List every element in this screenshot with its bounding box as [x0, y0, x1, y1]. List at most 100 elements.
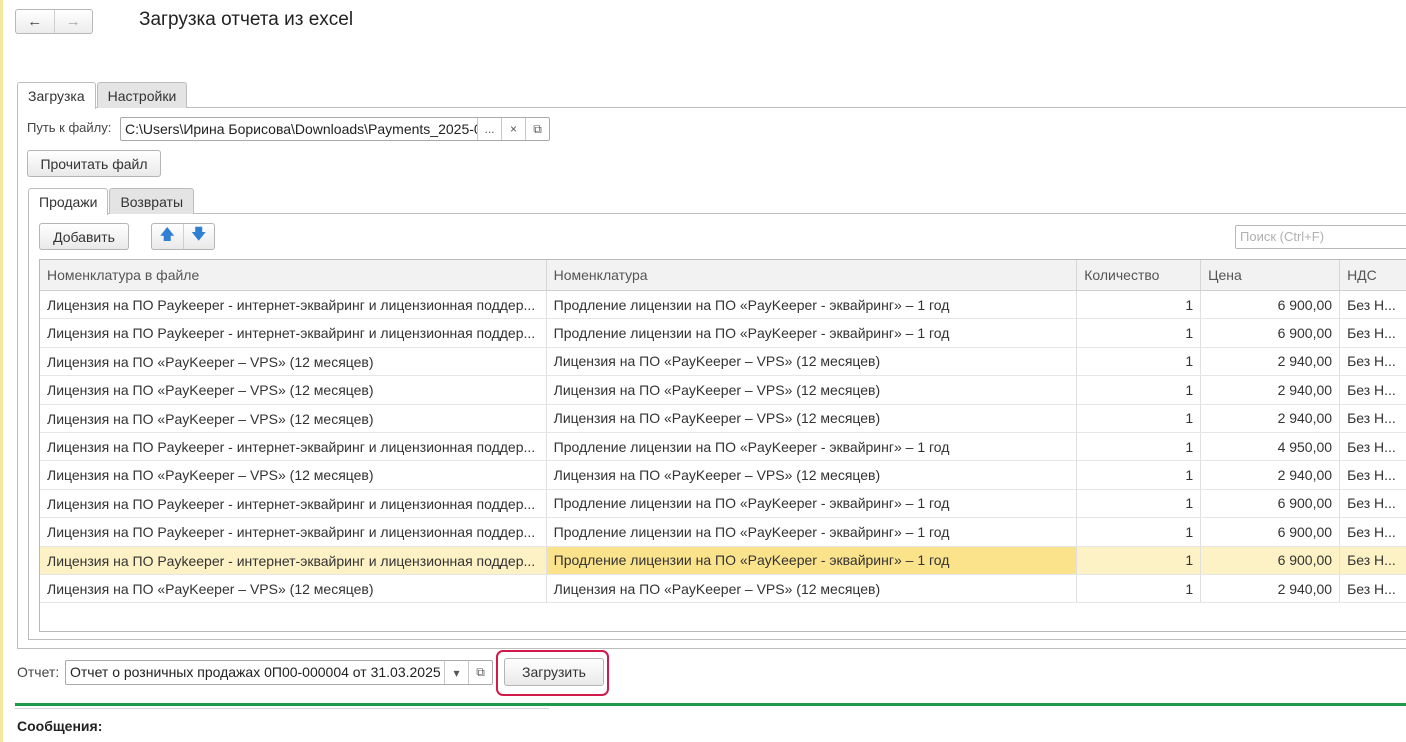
- table-row[interactable]: Лицензия на ПО «PayKeeper – VPS» (12 мес…: [40, 404, 1406, 433]
- cell-price[interactable]: 4 950,00: [1201, 432, 1341, 461]
- cell-price[interactable]: 6 900,00: [1201, 518, 1341, 546]
- add-button[interactable]: Добавить: [39, 223, 129, 250]
- cell-quantity[interactable]: 1: [1077, 432, 1202, 461]
- cell-file-item[interactable]: Лицензия на ПО «PayKeeper – VPS» (12 мес…: [40, 461, 547, 489]
- report-input[interactable]: Отчет о розничных продажах 0П00-000004 о…: [66, 661, 444, 684]
- cell-item[interactable]: Лицензия на ПО «PayKeeper – VPS» (12 мес…: [547, 347, 1078, 376]
- cell-quantity[interactable]: 1: [1077, 291, 1202, 319]
- cell-quantity[interactable]: 1: [1077, 489, 1202, 518]
- tab-sales[interactable]: Продажи: [28, 188, 109, 215]
- back-arrow-icon[interactable]: ←: [16, 10, 54, 33]
- move-down-icon[interactable]: 🡇: [182, 224, 215, 249]
- cell-file-item[interactable]: Лицензия на ПО Paykeeper - интернет-эква…: [40, 489, 547, 518]
- cell-vat[interactable]: Без Н...: [1340, 405, 1406, 432]
- cell-vat[interactable]: Без Н...: [1340, 490, 1406, 517]
- cell-item[interactable]: Лицензия на ПО «PayKeeper – VPS» (12 мес…: [547, 461, 1078, 489]
- cell-file-item[interactable]: Лицензия на ПО Paykeeper - интернет-эква…: [40, 546, 547, 574]
- cell-item[interactable]: Продление лицензии на ПО «PayKeeper - эк…: [547, 291, 1078, 319]
- cell-vat[interactable]: Без Н...: [1340, 291, 1406, 318]
- cell-vat[interactable]: Без Н...: [1340, 547, 1406, 574]
- table-row[interactable]: Лицензия на ПО Paykeeper - интернет-эква…: [40, 489, 1406, 519]
- table-header: Номенклатура в файле Номенклатура Количе…: [40, 260, 1406, 291]
- table-row[interactable]: Лицензия на ПО «PayKeeper – VPS» (12 мес…: [40, 347, 1406, 377]
- search-input[interactable]: Поиск (Ctrl+F): [1235, 225, 1406, 249]
- cell-quantity[interactable]: 1: [1077, 319, 1202, 347]
- table-row[interactable]: Лицензия на ПО Paykeeper - интернет-эква…: [40, 432, 1406, 462]
- tab-settings[interactable]: Настройки: [96, 82, 188, 108]
- cell-quantity[interactable]: 1: [1077, 376, 1202, 404]
- navigation-buttons: ← →: [15, 9, 93, 34]
- messages-label: Сообщения:: [17, 718, 103, 734]
- cell-vat[interactable]: Без Н...: [1340, 348, 1406, 375]
- column-header-item[interactable]: Номенклатура: [547, 260, 1078, 290]
- cell-file-item[interactable]: Лицензия на ПО «PayKeeper – VPS» (12 мес…: [40, 404, 547, 432]
- cell-price[interactable]: 2 940,00: [1201, 461, 1341, 489]
- cell-price[interactable]: 2 940,00: [1201, 347, 1341, 376]
- cell-price[interactable]: 2 940,00: [1201, 404, 1341, 432]
- cell-quantity[interactable]: 1: [1077, 574, 1202, 603]
- cell-vat[interactable]: Без Н...: [1340, 518, 1406, 545]
- cell-quantity[interactable]: 1: [1077, 461, 1202, 489]
- clear-icon[interactable]: ×: [501, 118, 525, 140]
- forward-arrow-icon[interactable]: →: [53, 10, 93, 33]
- move-up-icon[interactable]: 🡅: [152, 224, 183, 249]
- read-file-button[interactable]: Прочитать файл: [27, 150, 161, 177]
- table-row[interactable]: Лицензия на ПО «PayKeeper – VPS» (12 мес…: [40, 376, 1406, 405]
- column-header-quantity[interactable]: Количество: [1077, 260, 1202, 290]
- column-header-vat[interactable]: НДС: [1340, 260, 1406, 290]
- load-button[interactable]: Загрузить: [504, 658, 604, 686]
- tab-returns[interactable]: Возвраты: [109, 188, 195, 214]
- cell-vat[interactable]: Без Н...: [1340, 376, 1406, 403]
- open-report-icon[interactable]: ⧉: [468, 661, 492, 684]
- cell-file-item[interactable]: Лицензия на ПО Paykeeper - интернет-эква…: [40, 319, 547, 347]
- cell-item[interactable]: Лицензия на ПО «PayKeeper – VPS» (12 мес…: [547, 404, 1078, 432]
- cell-price[interactable]: 6 900,00: [1201, 291, 1341, 319]
- cell-file-item[interactable]: Лицензия на ПО «PayKeeper – VPS» (12 мес…: [40, 376, 547, 404]
- cell-quantity[interactable]: 1: [1077, 347, 1202, 376]
- open-icon[interactable]: ⧉: [525, 118, 549, 140]
- cell-price[interactable]: 2 940,00: [1201, 376, 1341, 404]
- cell-vat[interactable]: Без Н...: [1340, 575, 1406, 602]
- cell-file-item[interactable]: Лицензия на ПО «PayKeeper – VPS» (12 мес…: [40, 347, 547, 376]
- browse-icon[interactable]: ...: [477, 118, 501, 140]
- cell-item[interactable]: Лицензия на ПО «PayKeeper – VPS» (12 мес…: [547, 376, 1078, 404]
- cell-price[interactable]: 2 940,00: [1201, 574, 1341, 603]
- table-row[interactable]: Лицензия на ПО Paykeeper - интернет-эква…: [40, 518, 1406, 547]
- cell-price[interactable]: 6 900,00: [1201, 489, 1341, 518]
- cell-file-item[interactable]: Лицензия на ПО Paykeeper - интернет-эква…: [40, 432, 547, 461]
- cell-file-item[interactable]: Лицензия на ПО Paykeeper - интернет-эква…: [40, 518, 547, 546]
- dropdown-icon[interactable]: ▾: [444, 661, 468, 684]
- cell-file-item[interactable]: Лицензия на ПО «PayKeeper – VPS» (12 мес…: [40, 574, 547, 603]
- messages-divider: [15, 703, 1406, 706]
- table-row[interactable]: Лицензия на ПО Paykeeper - интернет-эква…: [40, 319, 1406, 348]
- table-row[interactable]: Лицензия на ПО «PayKeeper – VPS» (12 мес…: [40, 461, 1406, 490]
- cell-item[interactable]: Продление лицензии на ПО «PayKeeper - эк…: [547, 432, 1078, 461]
- cell-item[interactable]: Продление лицензии на ПО «PayKeeper - эк…: [547, 319, 1078, 347]
- inner-tabs: Продажи Возвраты: [28, 188, 195, 215]
- cell-item[interactable]: Продление лицензии на ПО «PayKeeper - эк…: [547, 489, 1078, 518]
- cell-item[interactable]: Продление лицензии на ПО «PayKeeper - эк…: [546, 546, 1078, 574]
- messages-divider-shadow: [15, 708, 549, 709]
- file-path-field: C:\Users\Ирина Борисова\Downloads\Paymen…: [120, 117, 550, 141]
- cell-item[interactable]: Продление лицензии на ПО «PayKeeper - эк…: [547, 518, 1078, 546]
- table-row[interactable]: Лицензия на ПО Paykeeper - интернет-эква…: [40, 546, 1406, 575]
- cell-vat[interactable]: Без Н...: [1340, 433, 1406, 460]
- table-body: Лицензия на ПО Paykeeper - интернет-эква…: [40, 291, 1406, 604]
- table-row[interactable]: Лицензия на ПО «PayKeeper – VPS» (12 мес…: [40, 574, 1406, 604]
- cell-file-item[interactable]: Лицензия на ПО Paykeeper - интернет-эква…: [40, 291, 547, 319]
- table-row[interactable]: Лицензия на ПО Paykeeper - интернет-эква…: [40, 291, 1406, 320]
- tab-upload[interactable]: Загрузка: [17, 82, 96, 109]
- cell-vat[interactable]: Без Н...: [1340, 319, 1406, 346]
- cell-price[interactable]: 6 900,00: [1201, 546, 1341, 574]
- cell-item[interactable]: Лицензия на ПО «PayKeeper – VPS» (12 мес…: [547, 574, 1078, 603]
- column-header-file-item[interactable]: Номенклатура в файле: [40, 260, 547, 290]
- move-buttons: 🡅 🡇: [151, 223, 215, 250]
- file-path-input[interactable]: C:\Users\Ирина Борисова\Downloads\Paymen…: [121, 118, 477, 140]
- cell-price[interactable]: 6 900,00: [1201, 319, 1341, 347]
- cell-quantity[interactable]: 1: [1077, 546, 1202, 574]
- cell-quantity[interactable]: 1: [1077, 404, 1202, 432]
- cell-quantity[interactable]: 1: [1077, 518, 1202, 546]
- column-header-price[interactable]: Цена: [1201, 260, 1341, 290]
- report-label: Отчет:: [17, 664, 60, 680]
- cell-vat[interactable]: Без Н...: [1340, 461, 1406, 488]
